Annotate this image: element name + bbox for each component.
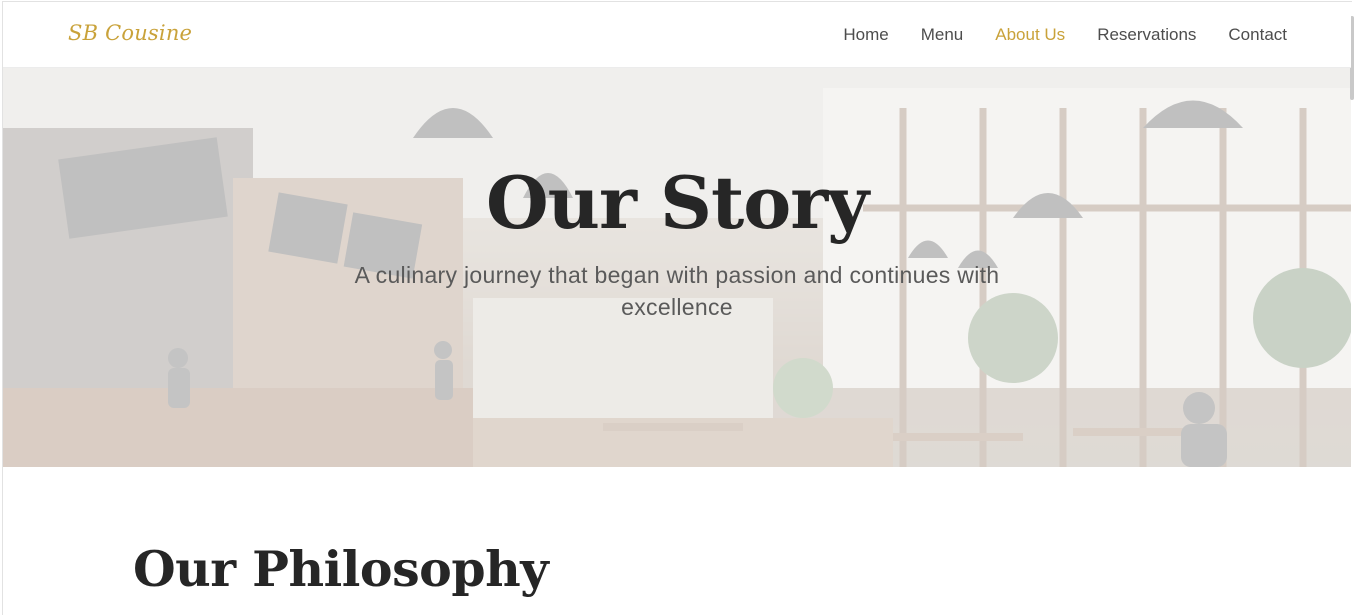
section-title: Our Philosophy — [133, 540, 549, 598]
brand-logo[interactable]: SB Cousine — [68, 21, 192, 45]
top-navbar: SB Cousine Home Menu About Us Reservatio… — [3, 2, 1351, 68]
nav-about-us[interactable]: About Us — [995, 25, 1065, 45]
nav-reservations[interactable]: Reservations — [1097, 25, 1196, 45]
nav-home[interactable]: Home — [843, 25, 888, 45]
page: SB Cousine Home Menu About Us Reservatio… — [2, 1, 1352, 615]
nav-links: Home Menu About Us Reservations Contact — [843, 25, 1287, 45]
nav-contact[interactable]: Contact — [1228, 25, 1287, 45]
nav-menu[interactable]: Menu — [921, 25, 964, 45]
hero-banner: Our Story A culinary journey that began … — [3, 68, 1351, 467]
hero-subtitle: A culinary journey that began with passi… — [354, 262, 1000, 320]
hero-title: Our Story — [485, 160, 869, 245]
